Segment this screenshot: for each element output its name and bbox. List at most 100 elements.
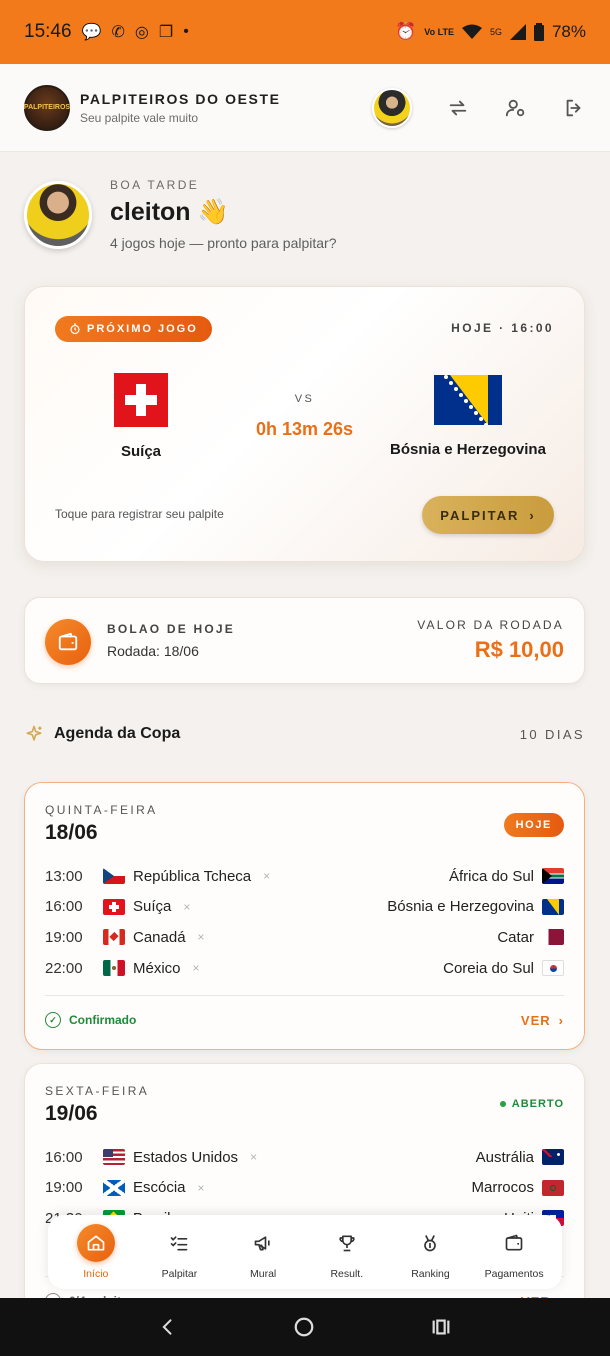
day-weekday: SEXTA-FEIRA <box>45 1084 150 1098</box>
away-team-name: Bósnia e Herzegovina <box>387 898 534 916</box>
chat-notification-icon: 💬 <box>81 24 102 41</box>
wallet-icon <box>45 619 91 665</box>
match-time: 19:00 <box>45 1179 83 1197</box>
pool-value-label: VALOR DA RODADA <box>417 618 564 632</box>
home-circle-icon[interactable] <box>293 1316 315 1338</box>
user-avatar[interactable] <box>24 180 92 249</box>
australia-flag-icon <box>542 1149 564 1166</box>
home-team-name: Canadá <box>133 928 186 946</box>
match-row[interactable]: 19:00 Canadá × Catar <box>45 922 564 953</box>
stopwatch-icon <box>70 323 80 335</box>
brand-subtitle: Seu palpite vale muito <box>80 110 199 125</box>
day-weekday: QUINTA-FEIRA <box>45 803 158 817</box>
nav-item-pagamentos[interactable]: Pagamentos <box>474 1224 554 1280</box>
back-icon[interactable] <box>158 1317 178 1337</box>
day-card[interactable]: SEXTA-FEIRA 19/06 ABERTO 16:00 Estados U… <box>24 1063 585 1331</box>
switch-icon[interactable] <box>446 96 470 120</box>
chevron-right-icon: › <box>529 507 536 523</box>
greeting-section: BOA TARDE cleiton 👋 4 jogos hoje — pront… <box>24 178 336 251</box>
header-avatar[interactable] <box>372 87 412 128</box>
megaphone-icon <box>244 1224 282 1262</box>
away-team: Bósnia e Herzegovina <box>368 373 568 458</box>
next-match-pill: PRÓXIMO JOGO <box>55 316 212 342</box>
system-navigation-bar <box>0 1298 610 1356</box>
confirmed-label: Confirmado <box>69 1013 137 1027</box>
match-row[interactable]: 19:00 Escócia × Marrocos <box>45 1173 564 1204</box>
match-time: 19:00 <box>45 928 83 946</box>
home-team-name: Escócia <box>133 1179 186 1197</box>
agenda-header: Agenda da Copa 10 DIAS <box>24 724 585 744</box>
home-team-name: Suíça <box>133 898 172 916</box>
day-date: 18/06 <box>45 821 98 844</box>
home-team-name: México <box>133 959 181 977</box>
day-footer: ✓ Confirmado VER › <box>45 995 564 1028</box>
status-time: 15:46 <box>24 21 72 42</box>
nav-item-palpitar[interactable]: Palpitar <box>139 1224 219 1280</box>
logout-icon[interactable] <box>562 96 586 120</box>
logo-text: PALPITEIROS <box>23 104 71 111</box>
check-circle-icon: ✓ <box>45 1012 61 1028</box>
away-team-name: Bósnia e Herzegovina <box>390 441 546 458</box>
nav-item-inicio[interactable]: Início <box>56 1224 136 1280</box>
qatar-flag-icon <box>542 929 564 946</box>
match-row[interactable]: 16:00 Estados Unidos × Austrália <box>45 1142 564 1173</box>
palpitar-button[interactable]: PALPITAR › <box>422 496 554 534</box>
next-match-card[interactable]: PRÓXIMO JOGO HOJE · 16:00 Suíça VS 0h 13… <box>24 286 585 562</box>
recents-icon[interactable] <box>430 1316 452 1338</box>
checklist-icon <box>160 1224 198 1262</box>
nav-item-ranking[interactable]: Ranking <box>390 1224 470 1280</box>
nav-label: Palpitar <box>161 1268 198 1280</box>
match-row[interactable]: 13:00 República Tcheca × África do Sul <box>45 861 564 892</box>
wifi-icon <box>461 24 482 39</box>
greeting-subtitle: 4 jogos hoje — pronto para palpitar? <box>110 235 337 251</box>
home-team-name: Estados Unidos <box>133 1148 239 1166</box>
nav-item-mural[interactable]: Mural <box>223 1224 303 1280</box>
signal-icon <box>509 24 526 40</box>
away-team-name: Coreia do Sul <box>443 959 534 977</box>
user-name: cleiton 👋 <box>110 198 229 226</box>
confirmed-status: ✓ Confirmado <box>45 1012 136 1028</box>
nav-item-resultados[interactable]: Result. <box>307 1224 387 1280</box>
nav-label: Mural <box>250 1268 277 1280</box>
network-type: 5G <box>489 27 502 37</box>
mexico-flag-icon <box>103 960 125 977</box>
nav-label: Início <box>83 1268 109 1280</box>
greeting-kicker: BOA TARDE <box>110 178 200 192</box>
usa-flag-icon <box>103 1149 125 1166</box>
canada-flag-icon <box>103 929 125 946</box>
away-team-name: Austrália <box>475 1148 534 1166</box>
pool-card[interactable]: BOLAO DE HOJE Rodada: 18/06 VALOR DA ROD… <box>24 597 585 684</box>
switzerland-flag-icon <box>103 898 125 915</box>
ver-label: VER <box>520 1012 551 1028</box>
copy-icon: ❐ <box>158 24 174 41</box>
match-row[interactable]: 22:00 México × Coreia do Sul <box>45 953 564 984</box>
south-korea-flag-icon <box>542 960 564 977</box>
away-team-name: Marrocos <box>471 1179 534 1197</box>
nav-label: Ranking <box>411 1268 450 1280</box>
versus-x-icon: × <box>250 1150 258 1165</box>
volte-indicator: Vo LTE <box>424 26 454 37</box>
ver-button[interactable]: VER › <box>521 1013 564 1028</box>
home-team-name: Suíça <box>120 443 162 460</box>
match-row[interactable]: 16:00 Suíça × Bósnia e Herzegovina <box>45 892 564 923</box>
pool-kicker: BOLAO DE HOJE <box>107 622 235 636</box>
dot-icon: • <box>183 23 189 40</box>
home-icon <box>76 1224 115 1262</box>
missed-call-icon: ✆ <box>111 24 125 41</box>
brand-logo[interactable]: PALPITEIROS <box>23 84 71 131</box>
match-time: 13:00 <box>45 867 83 885</box>
app-header: PALPITEIROS PALPITEIROS DO OESTE Seu pal… <box>0 64 610 152</box>
user-settings-icon[interactable] <box>504 96 528 120</box>
chevron-right-icon: › <box>558 1012 564 1028</box>
nav-label: Result. <box>330 1268 364 1280</box>
versus-x-icon: × <box>197 930 205 945</box>
away-team-name: África do Sul <box>448 867 534 885</box>
brand-title: PALPITEIROS DO OESTE <box>80 90 281 107</box>
next-match-time: HOJE · 16:00 <box>451 321 554 335</box>
open-badge-label: ABERTO <box>511 1098 564 1110</box>
czech-flag-icon <box>103 868 125 885</box>
status-dot-icon <box>499 1101 506 1107</box>
day-card[interactable]: QUINTA-FEIRA 18/06 HOJE 13:00 República … <box>24 782 585 1050</box>
south-africa-flag-icon <box>542 868 564 885</box>
bosnia-flag-icon <box>434 375 502 425</box>
